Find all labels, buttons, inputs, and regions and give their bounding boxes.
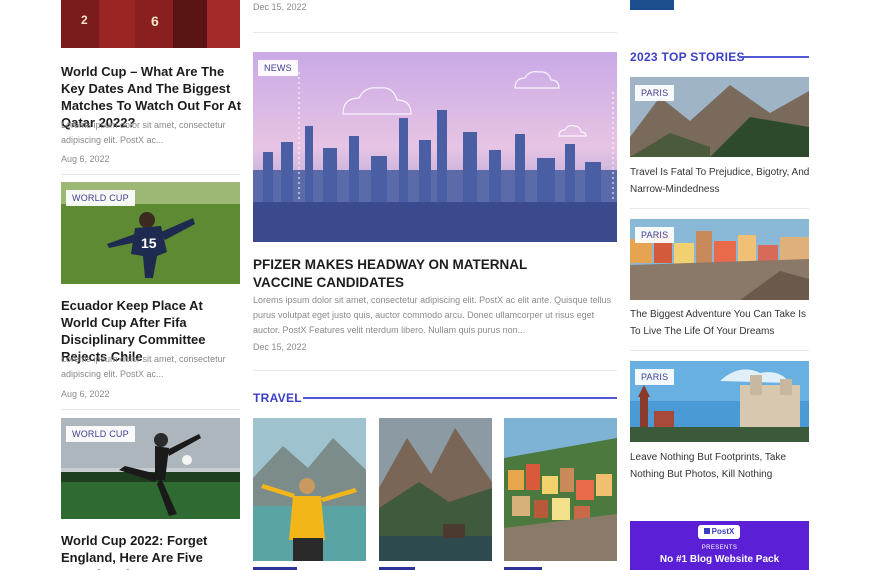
post-excerpt: Lorems ipsum dolor sit amet, consectetur…: [61, 120, 226, 145]
promo-headline: No #1 Blog Website Pack: [659, 554, 780, 565]
promo-brand-label: PostX: [711, 527, 735, 536]
svg-text:2: 2: [81, 13, 88, 27]
category-badge[interactable]: Paris: [635, 227, 675, 243]
promo-presents: PRESENTS: [701, 545, 738, 551]
divider: [61, 174, 240, 175]
divider: [61, 409, 240, 410]
divider: [630, 350, 809, 351]
category-badge[interactable]: Paris: [635, 85, 675, 101]
travel-village-image[interactable]: [504, 418, 617, 561]
post-title[interactable]: World Cup 2022: Forget England, Here Are…: [61, 532, 243, 570]
section-heading-top-stories[interactable]: 2023 TOP STORIES: [630, 50, 745, 64]
top-thumbnail-image[interactable]: [630, 0, 674, 10]
divider: [253, 32, 617, 33]
promo-brand: PostX: [698, 525, 740, 539]
story-castle-image[interactable]: Paris: [630, 361, 809, 442]
post-date: Aug 6, 2022: [61, 389, 110, 399]
category-badge[interactable]: News: [258, 60, 298, 76]
category-badge[interactable]: Paris: [635, 369, 675, 385]
soccer-player-image[interactable]: 15 World Cup: [61, 182, 240, 284]
smart-city-image[interactable]: News: [253, 52, 617, 242]
section-heading-travel[interactable]: TRAVEL: [253, 391, 302, 405]
divider: [630, 208, 809, 209]
story-title[interactable]: The Biggest Adventure You Can Take Is To…: [630, 306, 810, 340]
travel-mountain-image[interactable]: [379, 418, 492, 561]
category-badge[interactable]: World Cup: [66, 190, 135, 206]
story-title[interactable]: Leave Nothing But Footprints, Take Nothi…: [630, 449, 810, 483]
soccer-kick-image[interactable]: World Cup: [61, 418, 240, 519]
svg-text:6: 6: [151, 13, 159, 29]
story-title[interactable]: Travel Is Fatal To Prejudice, Bigotry, A…: [630, 164, 810, 198]
soccer-team-image[interactable]: 6 2: [61, 0, 240, 48]
travel-lake-image[interactable]: [253, 418, 366, 561]
post-date: Dec 15, 2022: [253, 342, 307, 352]
story-village-image[interactable]: Paris: [630, 219, 809, 300]
section-heading-line: [303, 397, 617, 399]
section-heading-line: [739, 56, 809, 58]
post-excerpt: Lorems ipsum dolor sit amet, consectetur…: [61, 354, 226, 379]
feature-title[interactable]: PFIZER MAKES HEADWAY ON MATERNAL VACCINE…: [253, 256, 583, 292]
post-date: Aug 6, 2022: [61, 154, 110, 164]
promo-banner[interactable]: PostX PRESENTS No #1 Blog Website Pack: [630, 521, 809, 570]
category-badge[interactable]: World Cup: [66, 426, 135, 442]
post-date: Dec 15, 2022: [253, 2, 307, 12]
feature-excerpt: Lorems ipsum dolor sit amet, consectetur…: [253, 295, 612, 335]
svg-text:15: 15: [141, 235, 157, 251]
divider: [253, 370, 617, 371]
postx-logo-icon: [703, 528, 710, 534]
story-mountain-image[interactable]: Paris: [630, 77, 809, 157]
